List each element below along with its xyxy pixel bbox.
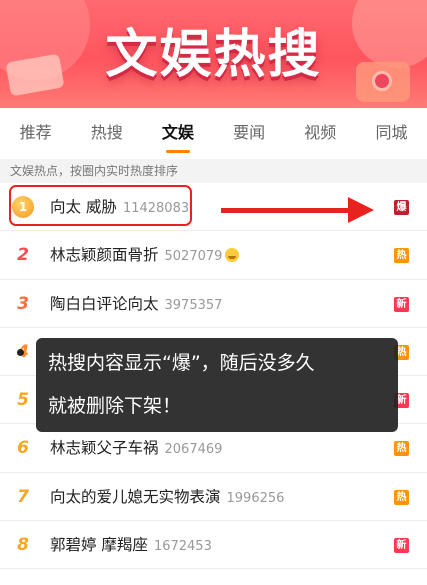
status-badge: 新 bbox=[394, 296, 409, 312]
list-item-title[interactable]: 郭碧婷 摩羯座 bbox=[50, 536, 148, 554]
list-item-count: 2067469 bbox=[164, 442, 223, 458]
status-badge: 热 bbox=[394, 489, 409, 505]
tab-news[interactable]: 要闻 bbox=[214, 116, 285, 150]
status-badge: 新 bbox=[394, 538, 409, 554]
tab-video[interactable]: 视频 bbox=[285, 116, 356, 150]
list-item-count: 3975357 bbox=[164, 297, 223, 313]
list-item-rank: 6 bbox=[17, 438, 29, 459]
list-item-rank: 3 bbox=[17, 293, 29, 314]
list-item-count: 1672453 bbox=[153, 539, 212, 555]
arrow-icon bbox=[221, 208, 351, 213]
list-item-title[interactable]: 陶白白评论向太 bbox=[50, 295, 159, 313]
caption-overlay: 热搜内容显示“爆”，随后没多久 就被删除下架！ bbox=[36, 338, 398, 432]
tab-recommend[interactable]: 推荐 bbox=[0, 116, 71, 150]
caption-line-2: 就被删除下架！ bbox=[48, 395, 182, 417]
status-badge: 爆 bbox=[394, 200, 409, 215]
list-item[interactable]: 8 郭碧婷 摩羯座 1672453 新 bbox=[0, 521, 427, 571]
tab-entertainment[interactable]: 文娱 bbox=[142, 116, 213, 153]
highlight-box bbox=[9, 185, 192, 226]
list-item-rank: 5 bbox=[17, 390, 29, 411]
section-header: 文娱热点，按圈内实时热度排序 bbox=[0, 159, 427, 183]
list-item[interactable]: 7 向太的爱儿媳无实物表演 1996256 热 bbox=[0, 473, 427, 523]
caption-line-1: 热搜内容显示“爆”，随后没多久 bbox=[48, 352, 315, 374]
list-item[interactable]: 2 林志颖颜面骨折 5027079 热 bbox=[0, 231, 427, 281]
list-item-count: 1996256 bbox=[226, 490, 285, 506]
banner: 文娱热搜 bbox=[0, 0, 427, 108]
list-item-text: 向太的爱儿媳无实物表演 1996256 bbox=[50, 473, 284, 523]
list-item-rank: 7 bbox=[17, 486, 29, 507]
list-item-title[interactable]: 林志颖颜面骨折 bbox=[50, 246, 159, 264]
status-badge: 热 bbox=[394, 248, 409, 264]
list-item-title[interactable]: 向太的爱儿媳无实物表演 bbox=[50, 488, 221, 506]
list-item[interactable]: 3 陶白白评论向太 3975357 新 bbox=[0, 280, 427, 328]
bullet-dot bbox=[17, 349, 24, 356]
tab-bar: 推荐 热搜 文娱 要闻 视频 同城 bbox=[0, 116, 427, 153]
list-item-text: 林志颖颜面骨折 5027079 bbox=[50, 231, 240, 281]
list-item-rank: 2 bbox=[17, 245, 29, 266]
list-item-text: 郭碧婷 摩羯座 1672453 bbox=[50, 521, 212, 571]
tab-local[interactable]: 同城 bbox=[356, 116, 427, 150]
list-item-title[interactable]: 林志颖父子车祸 bbox=[50, 439, 159, 457]
arrow-head-icon bbox=[348, 197, 374, 223]
tab-hot-search[interactable]: 热搜 bbox=[71, 116, 142, 150]
list-item-rank: 8 bbox=[17, 535, 29, 556]
status-badge: 热 bbox=[394, 441, 409, 457]
banner-title: 文娱热搜 bbox=[105, 25, 322, 85]
list-item-text: 陶白白评论向太 3975357 bbox=[50, 280, 222, 330]
list-item-count: 5027079 bbox=[164, 249, 223, 265]
crying-face-icon bbox=[225, 248, 240, 263]
